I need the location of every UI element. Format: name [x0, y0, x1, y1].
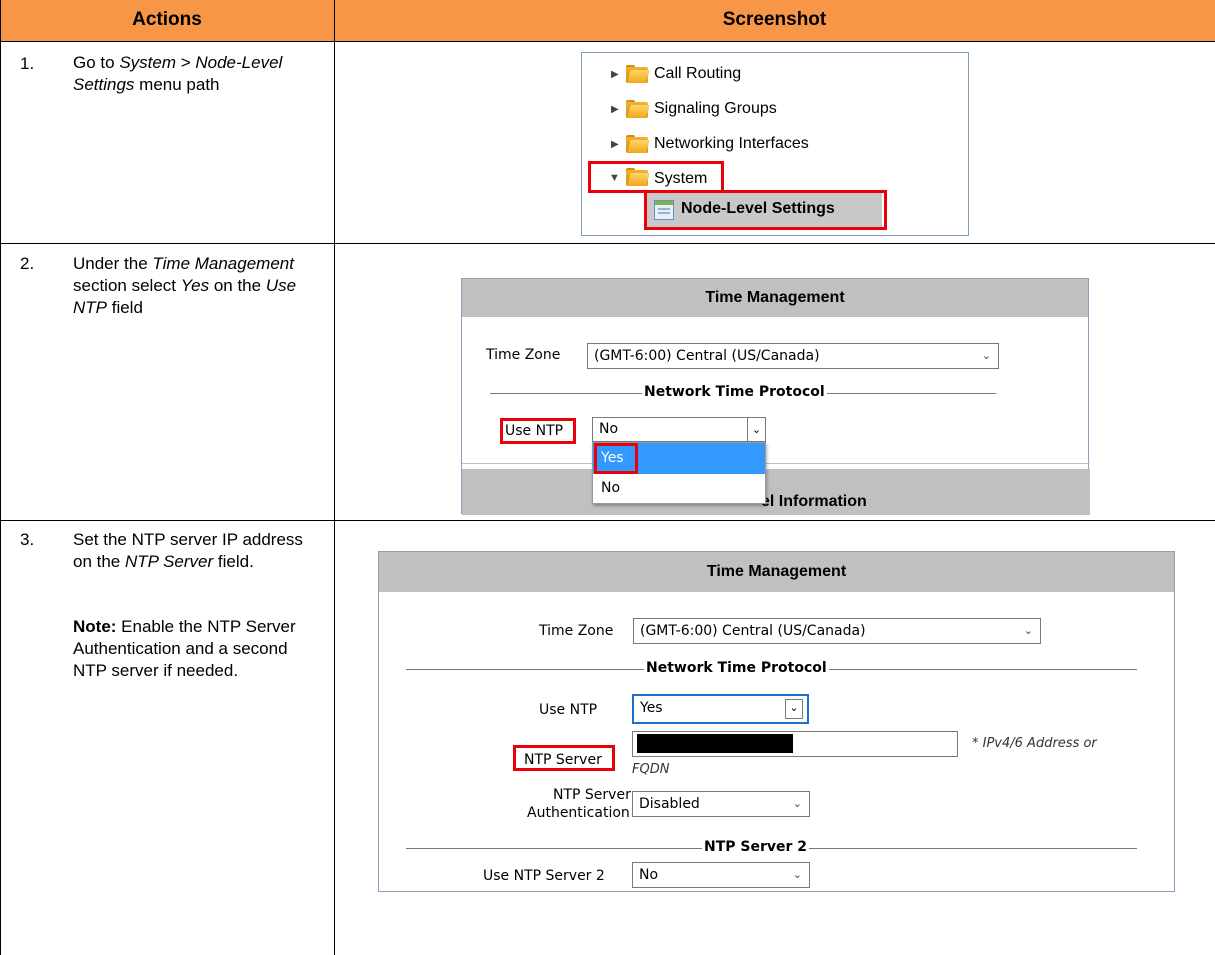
chevron-down-icon: ⌄: [785, 699, 803, 719]
use-ntp-options: Yes No: [592, 442, 766, 504]
chevron-down-icon: ⌄: [747, 418, 765, 441]
time-zone-label: Time Zone: [486, 347, 561, 363]
chevron-down-icon: ⌄: [981, 349, 991, 362]
time-zone-select[interactable]: (GMT-6:00) Central (US/Canada) ⌄: [587, 343, 999, 369]
highlight-yes: [594, 443, 638, 474]
step-text-3: Set the NTP server IP address on the NTP…: [73, 530, 303, 571]
use-ntp2-label: Use NTP Server 2: [483, 868, 605, 884]
chevron-down-icon: ⌄: [792, 868, 802, 881]
ntp-server-hint-2: FQDN: [632, 762, 670, 777]
table-header: Actions Screenshot: [0, 0, 1215, 42]
step-text-2: Under the Time Management section select…: [73, 254, 297, 317]
folder-icon: [626, 100, 650, 118]
chevron-down-icon: ⌄: [1023, 624, 1033, 637]
ntp-auth-select[interactable]: Disabled ⌄: [632, 791, 810, 817]
expand-arrow-icon[interactable]: ▶: [611, 139, 619, 150]
expand-arrow-icon[interactable]: ▶: [611, 69, 619, 80]
header-actions: Actions: [132, 9, 202, 30]
highlight-system: [588, 161, 724, 193]
highlight-use-ntp: [500, 418, 576, 444]
step-number-1: 1.: [20, 54, 35, 73]
section-title-ntp: Network Time Protocol: [644, 660, 829, 676]
ntp-server-hint: * IPv4/6 Address or: [972, 736, 1097, 751]
section-title-ntp2: NTP Server 2: [702, 839, 810, 855]
step-note-3: Note: Enable the NTP Server Authenticati…: [73, 617, 296, 680]
highlight-node-level-settings: [644, 190, 887, 230]
table-border-left: [0, 0, 1, 955]
chevron-down-icon: ⌄: [792, 797, 802, 810]
ntp-auth-label-2: Authentication: [527, 805, 630, 821]
redacted-value: [637, 734, 793, 753]
use-ntp-select[interactable]: Yes ⌄: [632, 694, 809, 724]
folder-icon: [626, 135, 650, 153]
step-text-1: Go to System > Node-Level Settings menu …: [73, 53, 283, 94]
row-divider-1: [0, 243, 1215, 244]
tree-item-call-routing[interactable]: Call Routing: [654, 65, 741, 83]
option-no[interactable]: No: [593, 474, 765, 504]
use-ntp2-select[interactable]: No ⌄: [632, 862, 810, 888]
navigation-tree: ▶ Call Routing ▶ Signaling Groups ▶ Netw…: [581, 52, 969, 236]
folder-icon: [626, 65, 650, 83]
step-number-3: 3.: [20, 530, 35, 549]
panel-shadow: [462, 463, 1090, 464]
time-management-panel-1: Time Management Time Zone (GMT-6:00) Cen…: [461, 278, 1090, 515]
section-title-ntp: Network Time Protocol: [642, 384, 827, 400]
time-management-panel-2: Time Management Time Zone (GMT-6:00) Cen…: [378, 551, 1175, 892]
tree-item-networking-interfaces[interactable]: Networking Interfaces: [654, 135, 809, 153]
highlight-ntp-server: [513, 745, 615, 771]
panel-title: Time Management: [379, 552, 1174, 592]
header-screenshot: Screenshot: [722, 9, 827, 30]
time-zone-select[interactable]: (GMT-6:00) Central (US/Canada) ⌄: [633, 618, 1041, 644]
time-zone-label: Time Zone: [539, 623, 614, 639]
ntp-server-input[interactable]: [632, 731, 958, 757]
ntp-auth-label-1: NTP Server: [553, 787, 631, 803]
row-divider-2: [0, 520, 1215, 521]
expand-arrow-icon[interactable]: ▶: [611, 104, 619, 115]
table-column-divider: [334, 0, 335, 955]
panel-title: Time Management: [462, 279, 1088, 317]
step-number-2: 2.: [20, 254, 35, 273]
next-panel-title: el Information: [761, 493, 867, 510]
tree-item-signaling-groups[interactable]: Signaling Groups: [654, 100, 777, 118]
use-ntp-label: Use NTP: [539, 702, 598, 718]
use-ntp-select[interactable]: No ⌄: [592, 417, 766, 442]
